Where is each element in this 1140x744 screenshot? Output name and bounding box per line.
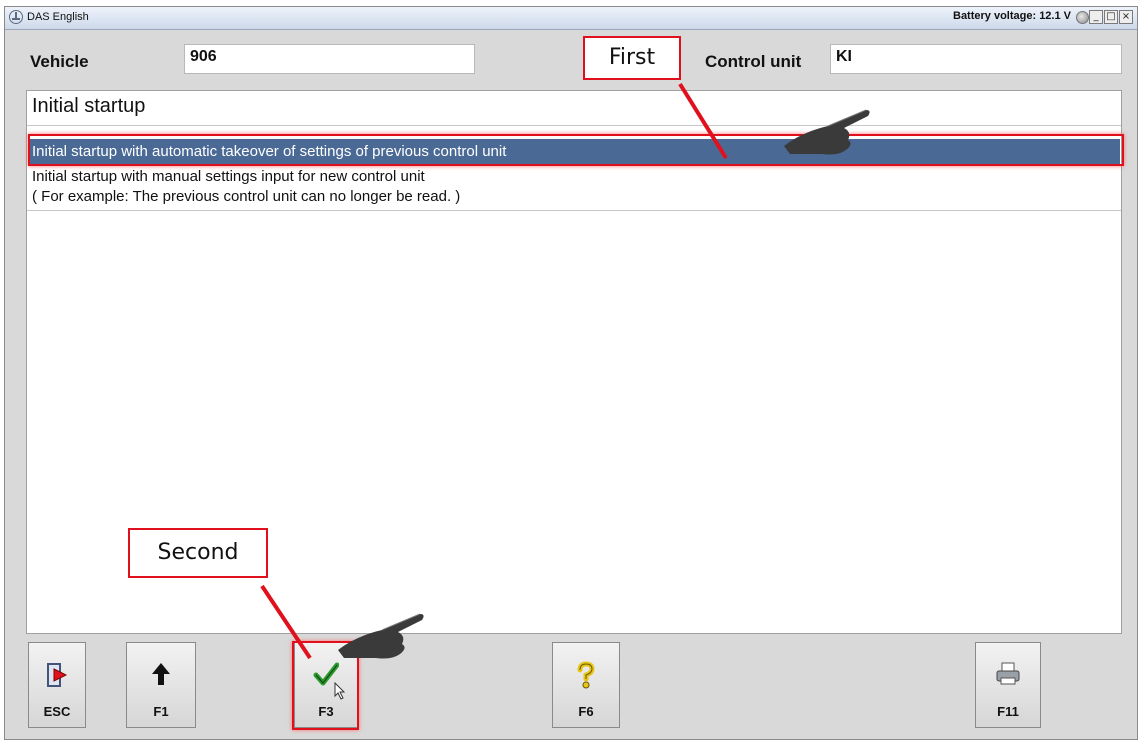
second-callout: Second [128,528,268,578]
pointing-hand-icon [338,613,424,659]
first-arrow-line [678,82,728,160]
second-arrow-line [260,584,312,660]
mouse-cursor-icon [334,682,346,700]
pointing-hand-icon [784,109,870,155]
annotation-overlay [260,82,728,660]
first-callout: First [583,36,681,80]
